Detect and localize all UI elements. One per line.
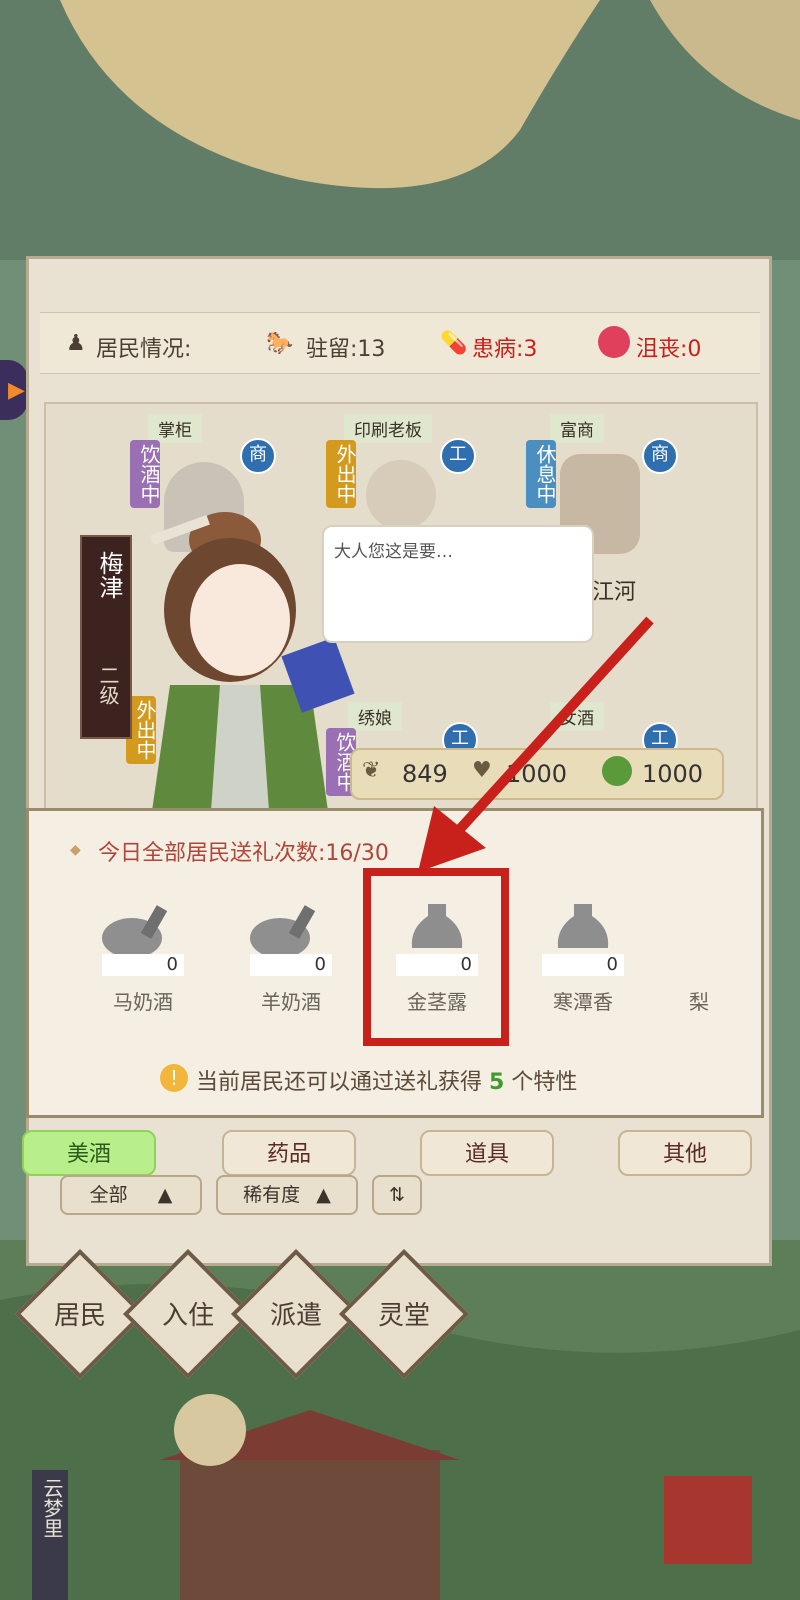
gift-hint: 当前居民还可以通过送礼获得 5 个特性 <box>196 1064 577 1096</box>
resident-state: 休息中 <box>526 440 557 508</box>
gift-hint-prefix: 当前居民还可以通过送礼获得 <box>196 1070 483 1095</box>
stay-count: 驻留:13 <box>306 337 386 362</box>
coin-icon[interactable] <box>174 1394 246 1466</box>
location-name: 云梦里 <box>40 1478 64 1538</box>
sad-face-icon <box>598 326 630 358</box>
resident-title: 印刷老板 <box>344 414 432 443</box>
sick-count: 患病:3 <box>472 337 538 362</box>
heart-broken-icon: ❦ <box>362 758 381 783</box>
nav-checkin-label: 入住 <box>161 1301 214 1331</box>
nav-spirit-hall-label: 灵堂 <box>377 1301 430 1331</box>
wine-bottle-icon <box>557 904 609 948</box>
left-drawer-handle[interactable]: ▶ <box>0 360 28 420</box>
resident-title: 富商 <box>550 414 604 443</box>
merchant-badge-icon: 商 <box>240 438 276 474</box>
sad-count: 沮丧:0 <box>636 337 702 362</box>
highlight-box <box>363 868 509 1046</box>
location-sign: 云梦里 <box>32 1470 68 1600</box>
chevron-up-icon: ▲ <box>316 1184 331 1206</box>
filter-rarity-label: 稀有度 <box>243 1184 301 1206</box>
character-level: 二级 <box>96 665 120 705</box>
tab-wine[interactable]: 美酒 <box>22 1130 156 1176</box>
resident-portrait <box>366 460 436 530</box>
gift-item[interactable]: 0 羊奶酒 <box>236 898 346 1018</box>
tab-other[interactable]: 其他 <box>618 1130 752 1176</box>
character-name: 梅津 <box>95 551 123 599</box>
gift-item-name: 马奶酒 <box>113 990 173 1014</box>
gift-item-count: 0 <box>542 954 624 976</box>
worker-badge-icon: 工 <box>440 438 476 474</box>
gift-hint-suffix: 个特性 <box>511 1070 578 1095</box>
warning-icon: ! <box>160 1064 188 1092</box>
filter-all-dropdown[interactable]: 全部 ▲ <box>60 1175 202 1215</box>
status-label: 居民情况: <box>96 337 192 362</box>
filter-all-label: 全部 <box>89 1184 128 1206</box>
nav-residents-label: 居民 <box>53 1301 106 1331</box>
tab-props[interactable]: 道具 <box>420 1130 554 1176</box>
gift-item-name: 羊奶酒 <box>261 990 321 1014</box>
gift-hint-number: 5 <box>489 1070 505 1095</box>
gift-item-name: 梨 <box>689 990 709 1014</box>
gift-item-name: 寒潭香 <box>553 990 613 1014</box>
speech-text: 大人您这是要… <box>334 542 453 562</box>
tab-medicine[interactable]: 药品 <box>222 1130 356 1176</box>
sort-icon: ⇅ <box>389 1184 405 1206</box>
chevron-up-icon: ▲ <box>157 1184 173 1206</box>
arrow-right-icon: ▶ <box>8 378 25 403</box>
horse-icon: 🐎 <box>266 331 294 356</box>
wine-pouch-icon <box>250 905 316 958</box>
sort-button[interactable]: ⇅ <box>372 1175 422 1215</box>
gift-item[interactable]: 梨 <box>674 898 724 1018</box>
resident-name: 江河 <box>592 580 637 605</box>
merchant-badge-icon: 商 <box>642 438 678 474</box>
nav-dispatch-label: 派遣 <box>269 1301 322 1331</box>
gift-item[interactable]: 0 马奶酒 <box>88 898 198 1018</box>
filter-rarity-dropdown[interactable]: 稀有度 ▲ <box>216 1175 358 1215</box>
person-icon: ♟ <box>66 331 86 356</box>
gift-item-count: 0 <box>250 954 332 976</box>
red-arrow <box>418 616 654 872</box>
diamond-bullet-icon: ◆ <box>70 842 81 858</box>
character-nameplate: 梅津 二级 <box>80 535 132 739</box>
gift-item[interactable]: 0 寒潭香 <box>528 898 638 1018</box>
gift-count-label: 今日全部居民送礼次数:16/30 <box>98 841 389 866</box>
pill-icon: 💊 <box>440 331 468 356</box>
wine-pouch-icon <box>102 905 168 958</box>
resident-title: 掌柜 <box>148 414 202 443</box>
gift-item-count: 0 <box>102 954 184 976</box>
